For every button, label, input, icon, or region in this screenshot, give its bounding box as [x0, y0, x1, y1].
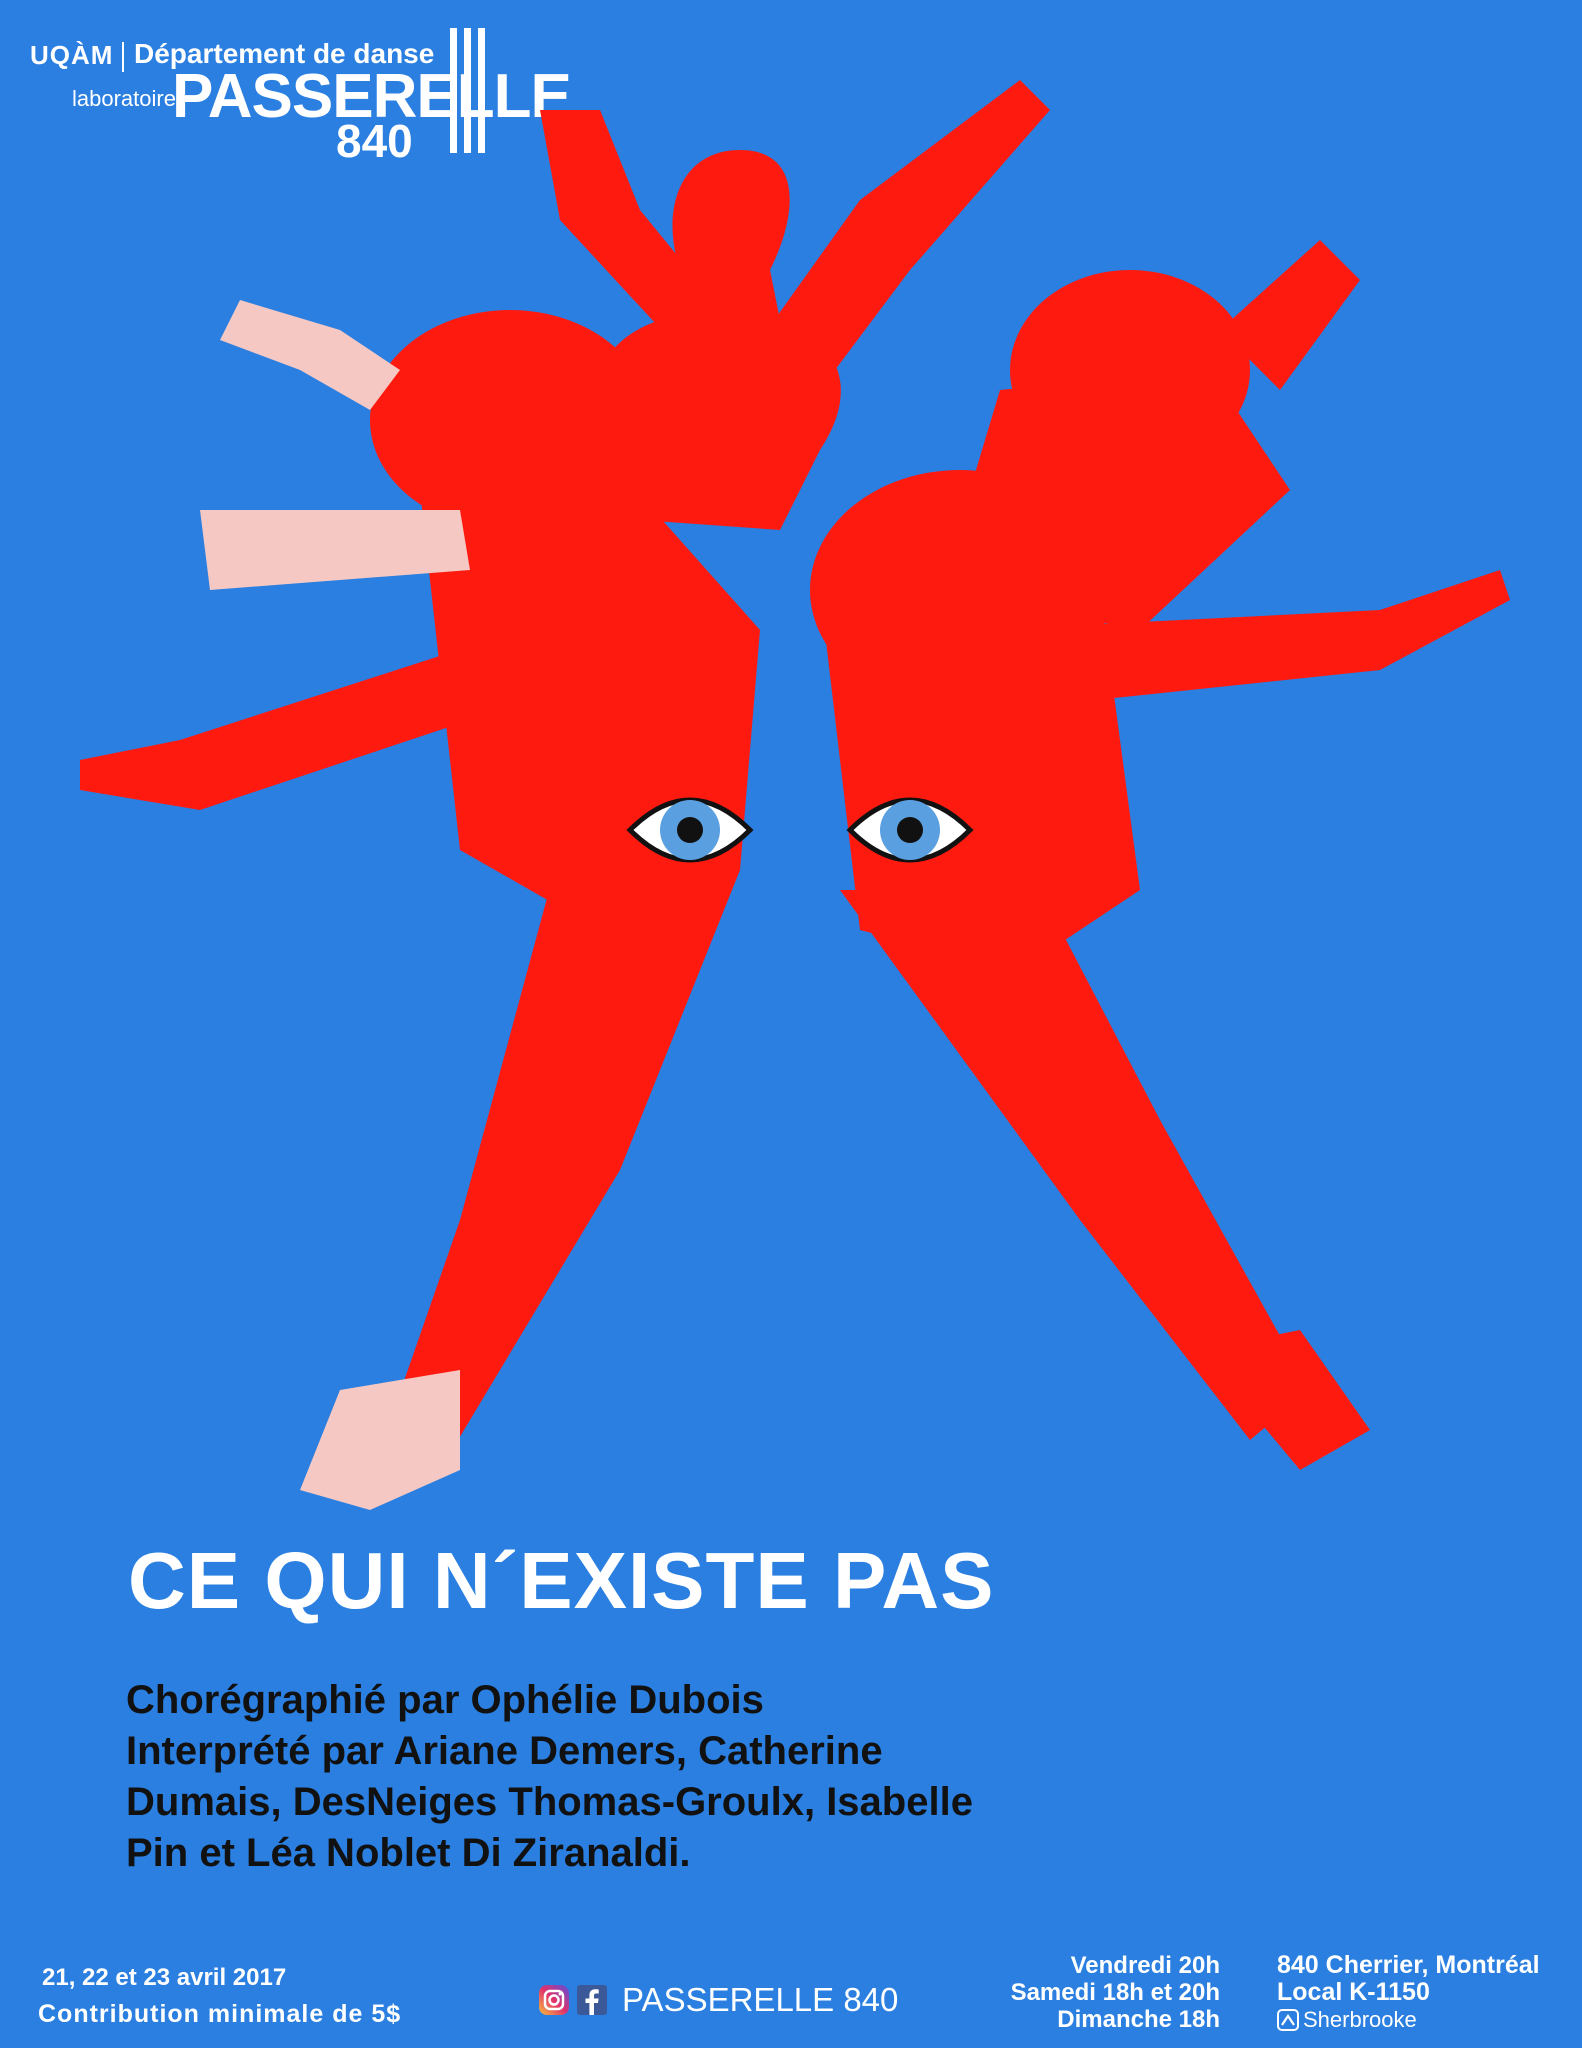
- dancer-figures: [80, 80, 1510, 1510]
- show-credits: Chorégraphié par Ophélie Dubois Interpré…: [126, 1675, 1126, 1879]
- uqam-logo-text: UQÀM: [30, 40, 114, 70]
- show-time: Samedi 18h et 20h: [1010, 1979, 1220, 2006]
- address-line: Local K-1150: [1277, 1978, 1430, 2006]
- credits-line: Chorégraphié par Ophélie Dubois: [126, 1678, 764, 1722]
- social-links[interactable]: PASSERELLE 840: [538, 1980, 898, 2020]
- show-time: Vendredi 20h: [1070, 1952, 1220, 1979]
- metro-icon: [1277, 2008, 1299, 2031]
- show-time: Dimanche 18h: [1057, 2006, 1220, 2033]
- credits-line: Pin et Léa Noblet Di Ziranaldi.: [126, 1831, 691, 1875]
- facebook-icon[interactable]: [576, 1984, 608, 2016]
- credits-line: Dumais, DesNeiges Thomas-Groulx, Isabell…: [126, 1780, 973, 1824]
- show-dates: 21, 22 et 23 avril 2017: [42, 1964, 287, 1991]
- show-times: Vendredi 20h Samedi 18h et 20h Dimanche …: [930, 1952, 1220, 2033]
- metro-name: Sherbrooke: [1303, 2007, 1417, 2032]
- address-line: 840 Cherrier, Montréal: [1277, 1951, 1540, 1979]
- instagram-icon[interactable]: [538, 1984, 570, 2016]
- dancers-artwork: [80, 80, 1510, 1510]
- logo-divider: [122, 42, 124, 72]
- venue-address: 840 Cherrier, Montréal Local K-1150 Sher…: [1277, 1952, 1540, 2033]
- contribution-text: Contribution minimale de 5$: [38, 2000, 402, 2028]
- poster: UQÀM Département de danse laboratoire PA…: [0, 0, 1582, 2048]
- credits-line: Interprété par Ariane Demers, Catherine: [126, 1729, 883, 1773]
- metro-station: Sherbrooke: [1277, 2006, 1540, 2033]
- show-title: CE QUI N´EXISTE PAS: [128, 1536, 995, 1625]
- social-handle[interactable]: PASSERELLE 840: [622, 1981, 898, 2019]
